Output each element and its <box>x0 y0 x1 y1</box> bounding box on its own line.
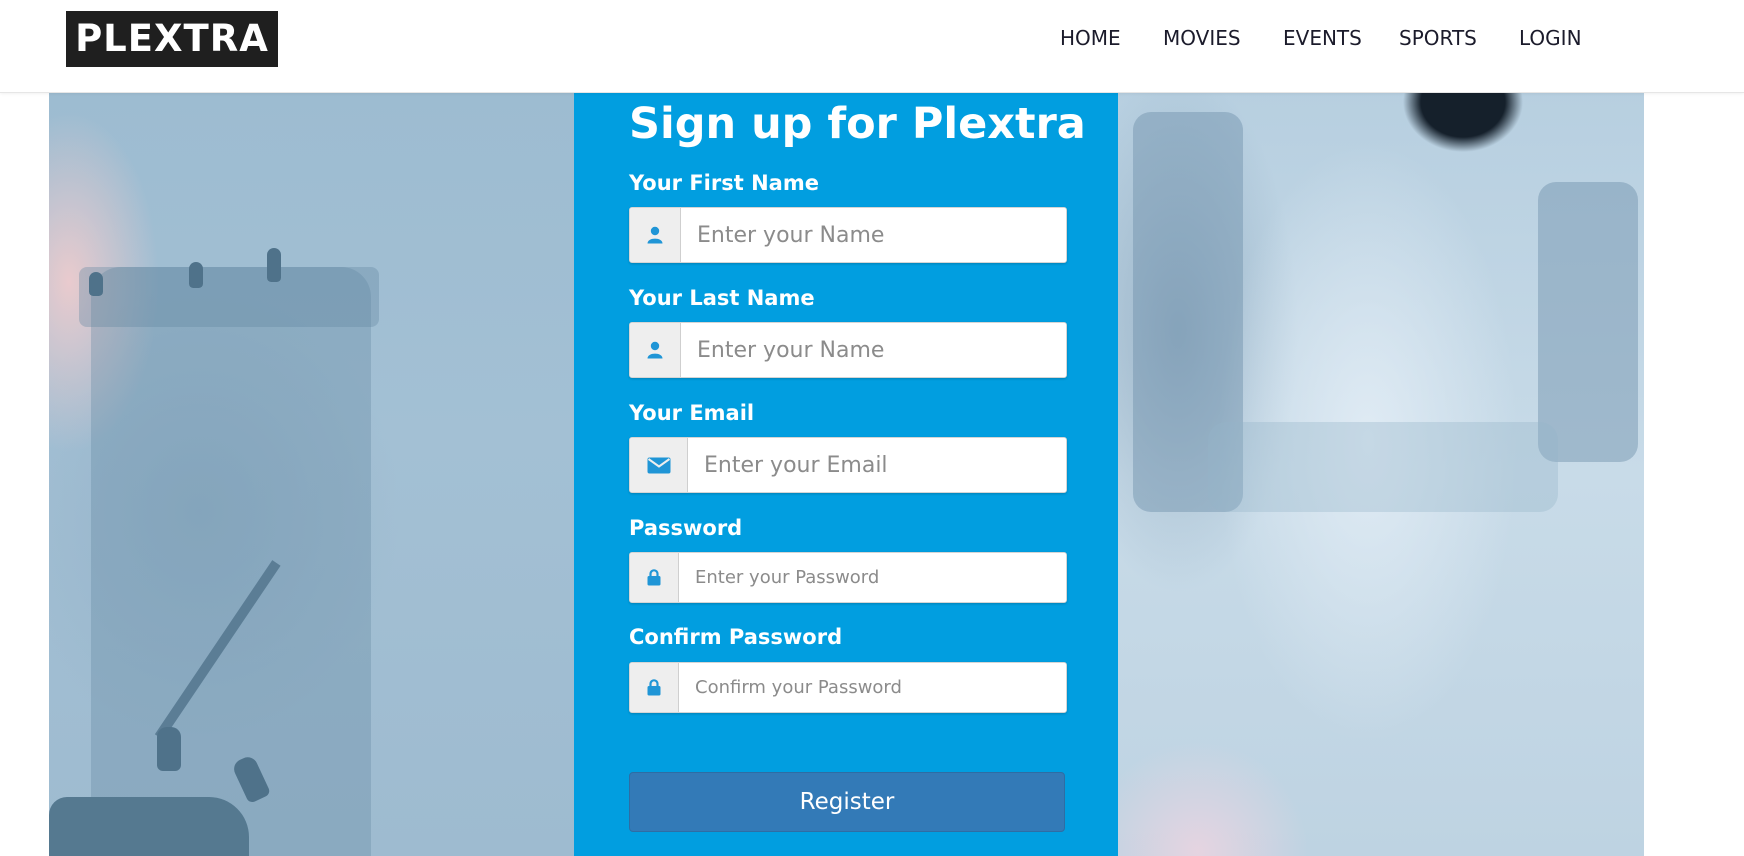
background-tank <box>49 797 249 856</box>
background-figure <box>189 262 203 288</box>
email-input[interactable] <box>688 438 1066 492</box>
form-title: Sign up for Plextra <box>629 99 1086 149</box>
first-name-group <box>629 207 1067 263</box>
password-input[interactable] <box>679 553 1066 602</box>
plextra-logo[interactable]: PLEXTRA <box>66 11 278 67</box>
register-button[interactable]: Register <box>629 772 1065 832</box>
confirm-password-group <box>629 662 1067 713</box>
background-figure <box>89 272 103 296</box>
user-icon <box>630 323 681 377</box>
background-figure <box>267 248 281 282</box>
confirm-password-input[interactable] <box>679 663 1066 712</box>
lock-icon <box>630 553 679 602</box>
background-soldier <box>157 727 181 771</box>
password-label: Password <box>629 516 743 540</box>
nav-item-login[interactable]: LOGIN <box>1519 24 1582 52</box>
first-name-label: Your First Name <box>629 171 819 195</box>
hero-background-right <box>1118 92 1644 856</box>
lock-icon <box>630 663 679 712</box>
first-name-input[interactable] <box>681 208 1066 262</box>
last-name-group <box>629 322 1067 378</box>
password-group <box>629 552 1067 603</box>
signup-card: Sign up for Plextra Your First Name Your… <box>574 92 1118 856</box>
background-ruins <box>1208 422 1558 512</box>
envelope-icon <box>630 438 688 492</box>
nav-item-home[interactable]: HOME <box>1060 24 1121 52</box>
last-name-label: Your Last Name <box>629 286 815 310</box>
nav-item-sports[interactable]: SPORTS <box>1399 24 1477 52</box>
hero-background-left <box>49 92 574 856</box>
confirm-password-label: Confirm Password <box>629 625 843 649</box>
background-tower <box>91 267 371 856</box>
background-building <box>1538 182 1638 462</box>
top-navbar: PLEXTRA HOME MOVIES EVENTS SPORTS LOGIN <box>0 0 1744 93</box>
nav-item-events[interactable]: EVENTS <box>1283 24 1362 52</box>
user-icon <box>630 208 681 262</box>
email-group <box>629 437 1067 493</box>
last-name-input[interactable] <box>681 323 1066 377</box>
email-label: Your Email <box>629 401 755 425</box>
nav-item-movies[interactable]: MOVIES <box>1163 24 1241 52</box>
